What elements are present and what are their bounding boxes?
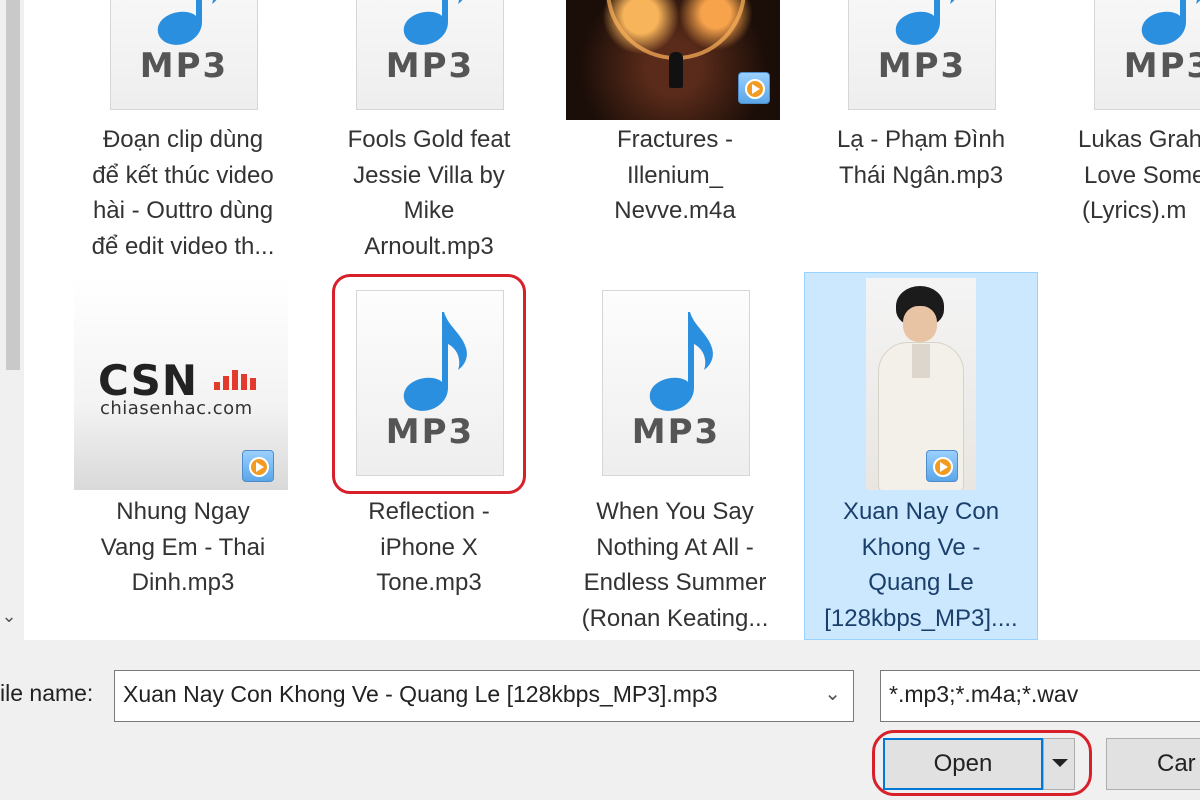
media-play-badge-icon [926, 450, 958, 482]
mp3-file-icon: MP3 [848, 0, 996, 110]
dropdown-arrow-icon [1052, 759, 1068, 767]
cancel-button[interactable]: Car [1106, 738, 1200, 790]
nav-scrollbar-thumb[interactable] [6, 0, 20, 370]
file-name-label: Nhung Ngay Vang Em - Thai Dinh.mp3 [100, 498, 266, 596]
file-name-label: Reflection - iPhone X Tone.mp3 [368, 498, 490, 596]
file-name-label: Fractures - Illenium_ Nevve.m4a [614, 126, 736, 224]
album-art-thumbnail: CSN chiasenhac.com [74, 278, 288, 490]
media-play-badge-icon [738, 72, 770, 104]
music-note-icon [649, 312, 713, 411]
chevron-down-icon[interactable]: ⌄ [0, 606, 18, 626]
mp3-file-icon: MP3 [110, 0, 258, 110]
file-name-label: Đoạn clip dùng để kết thúc video hài - O… [91, 126, 275, 260]
music-note-icon [403, 312, 467, 411]
chevron-down-icon[interactable]: ⌄ [824, 681, 841, 706]
open-dropdown-button[interactable] [1043, 738, 1075, 790]
csn-domain-text: chiasenhac.com [100, 398, 253, 419]
file-name-input[interactable]: Xuan Nay Con Khong Ve - Quang Le [128kbp… [123, 681, 718, 708]
mp3-file-icon: MP3 [356, 290, 504, 476]
media-play-badge-icon [242, 450, 274, 482]
equalizer-bars-icon [214, 370, 264, 390]
file-name-label: Lạ - Phạm Đình Thái Ngân.mp3 [836, 126, 1006, 189]
mp3-file-icon: MP3 [1094, 0, 1200, 110]
file-name-label: Fools Gold feat Jessie Villa by Mike Arn… [347, 126, 511, 260]
music-note-icon [895, 0, 955, 45]
album-art-thumbnail [866, 278, 976, 490]
left-nav-pane [0, 0, 22, 640]
mp3-file-icon: MP3 [356, 0, 504, 110]
file-name-label: Xuan Nay Con Khong Ve - Quang Le [128kbp… [824, 498, 1018, 632]
file-type-filter-value: *.mp3;*.m4a;*.wav [889, 681, 1079, 707]
file-list-view[interactable]: MP3 Đoạn clip dùng để kết thúc video hài… [24, 0, 1200, 640]
music-note-icon [403, 0, 463, 45]
file-name-combobox[interactable]: Xuan Nay Con Khong Ve - Quang Le [128kbp… [114, 670, 854, 722]
music-note-icon [157, 0, 217, 45]
music-note-icon [1141, 0, 1200, 45]
mp3-file-icon: MP3 [602, 290, 750, 476]
file-type-filter[interactable]: *.mp3;*.m4a;*.wav [880, 670, 1200, 722]
album-art-thumbnail [566, 0, 780, 120]
open-button[interactable]: Open [883, 738, 1043, 790]
file-name-label: ile name: [0, 680, 94, 706]
file-name-label: When You Say Nothing At All - Endless Su… [581, 498, 769, 632]
file-name-label: Lukas Grah Love Some (Lyrics).m [1078, 126, 1200, 224]
